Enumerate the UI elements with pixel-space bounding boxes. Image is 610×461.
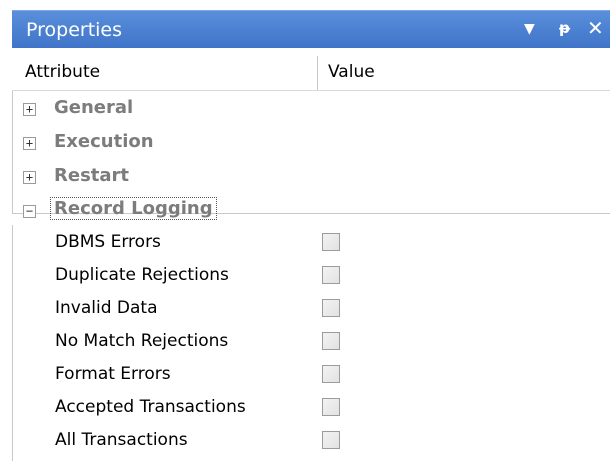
property-row-no-match-rejections[interactable]: No Match Rejections [13,325,610,358]
dropdown-icon[interactable]: ▼ [524,21,535,37]
format-errors-checkbox[interactable] [322,365,340,383]
all-transactions-checkbox[interactable] [322,431,340,449]
column-header: Attribute Value [12,56,610,91]
property-row-duplicate-rejections[interactable]: Duplicate Rejections [13,259,610,292]
property-row-accepted-transactions[interactable]: Accepted Transactions [13,391,610,424]
group-row-execution[interactable]: + Execution [13,127,610,161]
property-label: Invalid Data [55,298,158,318]
group-label: Record Logging [50,197,217,220]
column-divider[interactable] [317,56,318,90]
group-row-record-logging[interactable]: − Record Logging [13,195,610,229]
expand-icon[interactable]: + [23,171,36,184]
property-label: All Transactions [55,430,188,450]
accepted-transactions-checkbox[interactable] [322,398,340,416]
property-label: No Match Rejections [55,331,229,351]
property-row-invalid-data[interactable]: Invalid Data [13,292,610,325]
property-label: DBMS Errors [55,232,161,252]
record-logging-items: DBMS Errors Duplicate Rejections Invalid… [12,225,610,461]
property-row-all-transactions[interactable]: All Transactions [13,424,610,457]
attribute-column-header[interactable]: Attribute [25,62,100,82]
close-icon[interactable]: ✕ [587,16,604,40]
value-column-header[interactable]: Value [328,62,375,82]
no-match-rejections-checkbox[interactable] [322,332,340,350]
collapse-icon[interactable]: − [23,205,36,218]
invalid-data-checkbox[interactable] [322,299,340,317]
group-label: General [54,97,134,118]
group-label: Execution [54,131,154,152]
property-row-format-errors[interactable]: Format Errors [13,358,610,391]
property-label: Accepted Transactions [55,397,246,417]
properties-titlebar: Properties ▼ ᵽ ✕ [12,10,610,48]
group-row-general[interactable]: + General [13,93,610,127]
panel-title: Properties [26,19,123,41]
property-label: Duplicate Rejections [55,265,229,285]
expand-icon[interactable]: + [23,137,36,150]
property-row-dbms-errors[interactable]: DBMS Errors [13,226,610,259]
properties-panel: Properties ▼ ᵽ ✕ Attribute Value + Gener… [0,0,610,461]
group-row-restart[interactable]: + Restart [13,161,610,195]
dbms-errors-checkbox[interactable] [322,233,340,251]
property-groups: + General + Execution + Restart − Record… [12,91,610,220]
property-label: Format Errors [55,364,171,384]
pin-icon[interactable]: ᵽ [559,19,570,37]
expand-icon[interactable]: + [23,103,36,116]
group-label: Restart [54,165,130,186]
duplicate-rejections-checkbox[interactable] [322,266,340,284]
